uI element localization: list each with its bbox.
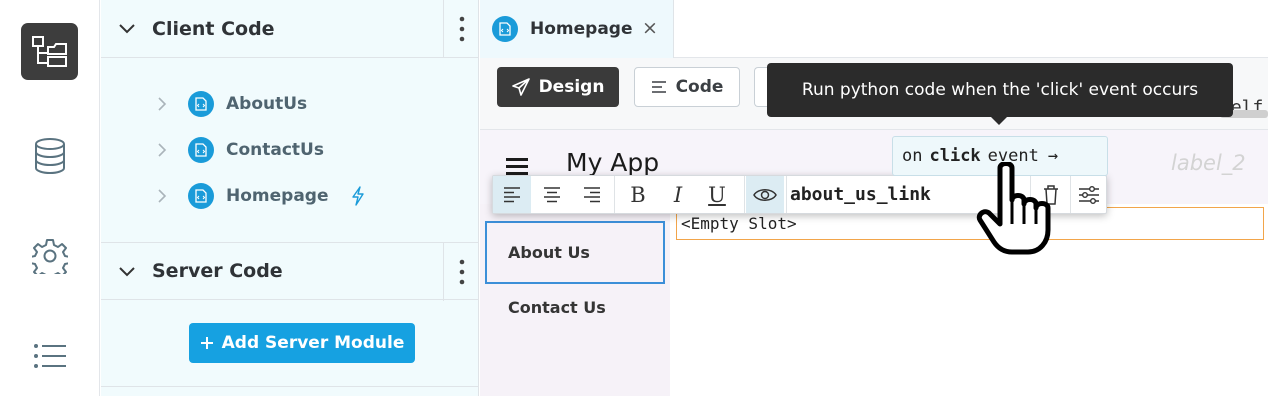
chevron-right-icon[interactable] — [156, 188, 178, 204]
hand-pointer-cursor-icon — [976, 162, 1051, 255]
tab-label: Homepage — [530, 19, 633, 39]
italic-button[interactable]: I — [659, 176, 697, 213]
code-button[interactable]: Code — [634, 67, 740, 107]
app-tree-icon — [31, 35, 67, 67]
chevron-down-icon[interactable] — [119, 20, 135, 38]
form-icon — [188, 91, 214, 117]
server-code-title: Server Code — [152, 260, 283, 282]
divider — [786, 176, 787, 213]
more-vertical-icon — [459, 259, 464, 285]
design-button[interactable]: Design — [497, 67, 619, 107]
code-label: Code — [675, 77, 724, 97]
plus-icon — [200, 337, 213, 349]
bold-button[interactable]: B — [619, 176, 657, 213]
server-more-button[interactable] — [443, 243, 479, 301]
client-code-header[interactable]: Client Code — [101, 0, 479, 58]
gear-icon — [31, 238, 68, 274]
divider — [101, 386, 479, 387]
form-icon — [188, 183, 214, 209]
hamburger-menu-icon[interactable] — [506, 157, 528, 175]
tooltip-arrow — [990, 116, 1008, 125]
outline-button[interactable] — [21, 327, 78, 384]
chevron-right-icon[interactable] — [156, 142, 178, 158]
sliders-icon — [1079, 185, 1099, 204]
app-sidenav: About Us Contact Us — [480, 204, 670, 396]
design-label: Design — [538, 77, 605, 97]
divider — [744, 176, 745, 213]
properties-button[interactable] — [1071, 176, 1107, 213]
component-name[interactable]: about_us_link — [790, 184, 931, 205]
visibility-button[interactable] — [746, 176, 784, 213]
settings-button[interactable] — [21, 227, 78, 284]
align-left-button[interactable] — [493, 176, 531, 213]
contact-us-link[interactable]: Contact Us — [508, 298, 606, 317]
tree-item-homepage[interactable]: Homepage — [156, 182, 365, 210]
event-name: click — [929, 146, 981, 166]
app-tree-panel: Client Code AboutUs ContactUs Homepage S… — [101, 0, 479, 396]
code-lines-icon — [651, 81, 666, 93]
tab-bar: Homepage × — [480, 0, 1268, 58]
data-tables-button[interactable] — [21, 127, 78, 184]
list-icon — [33, 343, 66, 368]
database-icon — [34, 137, 65, 174]
tree-item-contactus[interactable]: ContactUs — [156, 136, 324, 164]
app-root: Client Code AboutUs ContactUs Homepage S… — [0, 0, 1268, 396]
eye-icon — [753, 188, 777, 201]
client-code-title: Client Code — [152, 17, 275, 40]
chevron-down-icon[interactable] — [119, 263, 135, 281]
app-title[interactable]: My App — [566, 148, 659, 177]
tree-item-aboutus[interactable]: AboutUs — [156, 90, 307, 118]
client-more-button[interactable] — [443, 0, 479, 58]
tree-item-label: AboutUs — [226, 94, 308, 114]
close-icon[interactable]: × — [642, 17, 658, 39]
paper-plane-icon — [511, 78, 530, 96]
tree-item-label: ContactUs — [226, 140, 324, 160]
left-rail — [0, 0, 100, 396]
align-right-button[interactable] — [573, 176, 611, 213]
form-icon — [492, 16, 518, 42]
add-server-module-button[interactable]: Add Server Module — [189, 323, 415, 363]
tree-item-label: Homepage — [226, 186, 329, 206]
align-center-button[interactable] — [533, 176, 571, 213]
underline-button[interactable]: U — [698, 176, 736, 213]
align-center-icon — [544, 186, 560, 202]
tooltip: Run python code when the 'click' event o… — [767, 63, 1233, 117]
tab-homepage[interactable]: Homepage × — [480, 0, 674, 58]
align-left-icon — [504, 186, 520, 202]
align-right-icon — [584, 186, 600, 202]
label-placeholder[interactable]: label_2 — [1171, 151, 1246, 175]
about-us-link[interactable]: About Us — [485, 221, 665, 284]
server-code-header[interactable]: Server Code — [101, 242, 479, 301]
chevron-right-icon[interactable] — [156, 96, 178, 112]
app-browser-button[interactable] — [21, 23, 78, 80]
more-vertical-icon — [459, 16, 464, 42]
startup-bolt-icon — [351, 186, 364, 206]
add-server-module-label: Add Server Module — [221, 333, 405, 353]
divider — [614, 176, 615, 213]
form-icon — [188, 137, 214, 163]
design-canvas: My App label_2 About Us Contact Us <Empt… — [480, 130, 1268, 396]
